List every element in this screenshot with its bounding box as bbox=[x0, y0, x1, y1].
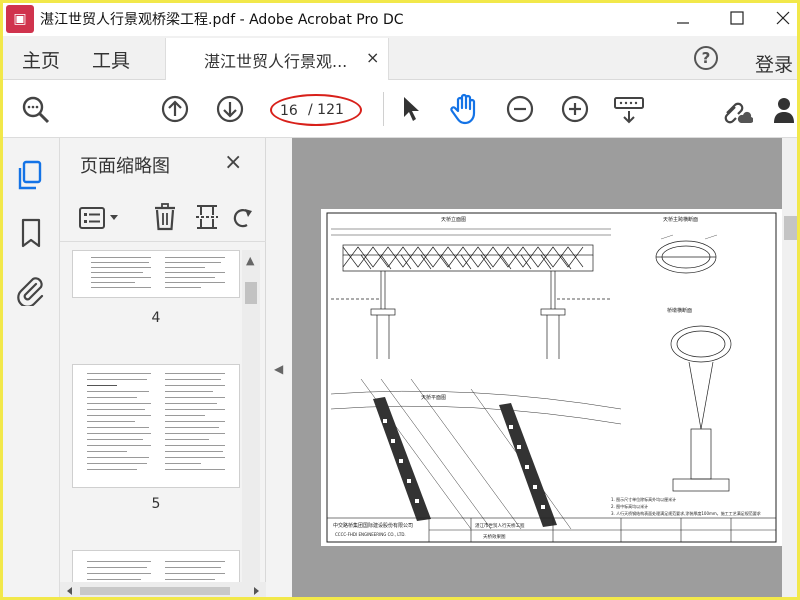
page-navigation: / 121 bbox=[270, 94, 362, 126]
panel-title: 页面缩略图 bbox=[80, 156, 170, 177]
tab-label: 湛江世贸人行景观... bbox=[204, 52, 348, 71]
project-name: 湛江市世贸人行天桥工程 bbox=[475, 522, 525, 529]
menu-home[interactable]: 主页 bbox=[22, 46, 60, 73]
title-bar: ▣ 湛江世贸人行景观桥梁工程.pdf - Adobe Acrobat Pro D… bbox=[0, 0, 800, 36]
pages-icon[interactable] bbox=[16, 160, 44, 196]
thumbnail-horizontal-scrollbar[interactable] bbox=[60, 582, 266, 600]
drawing-label-section-a: 天桥主跨横断面 bbox=[663, 216, 698, 223]
options-icon[interactable] bbox=[78, 204, 122, 232]
sheet-title: 天桥效果图 bbox=[483, 533, 506, 540]
panel-collapse-strip[interactable]: ◀ bbox=[266, 138, 292, 600]
thumbnail-page-number: 5 bbox=[151, 496, 161, 512]
minimize-button[interactable] bbox=[660, 0, 706, 36]
drawing-note-2: 2. 图中标高均以米计 bbox=[611, 503, 648, 509]
menu-tools[interactable]: 工具 bbox=[92, 46, 130, 73]
document-scrollbar[interactable] bbox=[782, 138, 800, 600]
keyboard-icon[interactable] bbox=[612, 94, 646, 126]
tab-close-icon[interactable]: × bbox=[366, 48, 379, 67]
thumbnail-scrollbar[interactable]: ▲ ▼ bbox=[242, 250, 260, 600]
engineering-drawing: 天桥立面图 天桥平面图 天桥主跨横断面 桥墩横断面 1. 图示尺寸单位除标高外均… bbox=[326, 212, 777, 543]
scrollbar-thumb[interactable] bbox=[245, 282, 257, 304]
zoom-in-icon[interactable] bbox=[560, 94, 590, 124]
document-scrollbar-thumb[interactable] bbox=[784, 216, 798, 240]
scroll-up-icon[interactable]: ▲ bbox=[246, 254, 254, 267]
login-button[interactable]: 登录 bbox=[755, 50, 793, 77]
help-icon[interactable]: ? bbox=[694, 46, 718, 70]
panel-close-icon[interactable]: × bbox=[224, 150, 242, 175]
crop-icon[interactable] bbox=[194, 202, 220, 232]
app-logo-icon: ▣ bbox=[6, 5, 34, 33]
total-pages: / 121 bbox=[308, 102, 344, 118]
select-arrow-icon[interactable] bbox=[398, 94, 424, 124]
zoom-search-icon[interactable] bbox=[20, 94, 52, 126]
hand-tool-icon[interactable] bbox=[448, 92, 482, 126]
current-page-input[interactable] bbox=[280, 101, 302, 121]
next-page-icon[interactable] bbox=[215, 94, 245, 124]
maximize-button[interactable] bbox=[714, 0, 760, 36]
attachment-icon[interactable] bbox=[16, 274, 44, 310]
previous-page-icon[interactable] bbox=[160, 94, 190, 124]
bookmark-icon[interactable] bbox=[20, 218, 42, 252]
thumbnail-panel: 页面缩略图 × 4 5 ▲ bbox=[60, 138, 266, 600]
drawing-note-1: 1. 图示尺寸单位除标高外均以厘米计 bbox=[611, 496, 676, 502]
document-tab[interactable]: 湛江世贸人行景观... × bbox=[165, 38, 389, 80]
drawing-label-elevation: 天桥立面图 bbox=[441, 216, 466, 223]
delete-icon[interactable] bbox=[152, 202, 178, 232]
company-name-en: CCCC-FHDI ENGINEERING CO., LTD. bbox=[335, 532, 406, 537]
page-thumbnail[interactable] bbox=[72, 364, 240, 488]
navigation-rail bbox=[0, 138, 60, 600]
tab-row: 主页 工具 bbox=[0, 36, 800, 80]
pdf-page: 天桥立面图 天桥平面图 天桥主跨横断面 桥墩横断面 1. 图示尺寸单位除标高外均… bbox=[321, 209, 782, 546]
zoom-out-icon[interactable] bbox=[505, 94, 535, 124]
document-view[interactable]: 天桥立面图 天桥平面图 天桥主跨横断面 桥墩横断面 1. 图示尺寸单位除标高外均… bbox=[292, 138, 782, 600]
undo-icon[interactable] bbox=[232, 204, 254, 232]
toolbar-divider bbox=[383, 92, 384, 126]
page-thumbnail[interactable] bbox=[72, 250, 240, 298]
share-link-icon[interactable] bbox=[720, 94, 754, 126]
company-name: 中交路桥集团国际建设股份有限公司 bbox=[333, 522, 413, 529]
user-icon[interactable] bbox=[772, 94, 800, 126]
close-window-button[interactable] bbox=[760, 0, 800, 36]
collapse-panel-icon[interactable]: ◀ bbox=[274, 362, 283, 376]
drawing-label-section-b: 桥墩横断面 bbox=[667, 307, 692, 314]
window-title: 湛江世贸人行景观桥梁工程.pdf - Adobe Acrobat Pro DC bbox=[40, 12, 404, 28]
thumbnail-page-number: 4 bbox=[151, 310, 161, 326]
panel-toolbar bbox=[60, 196, 266, 242]
drawing-note-3: 3. 人行天桥钢结构表面处理满足规范要求,涂装厚度100mm，施工工艺满足规范要… bbox=[611, 510, 761, 516]
